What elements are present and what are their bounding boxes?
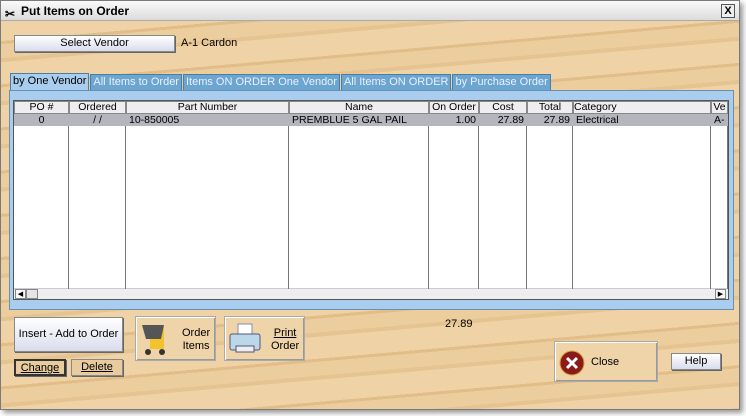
table-cell[interactable]: 1.00 — [429, 114, 479, 126]
delete-button[interactable]: Delete — [71, 359, 123, 376]
order-items-label-1: Order — [182, 327, 211, 339]
column-header[interactable]: Category — [573, 101, 711, 114]
close-button[interactable]: Close — [554, 341, 658, 382]
table-cell[interactable]: 10-850005 — [126, 114, 289, 126]
print-order-label-1: Print — [273, 327, 297, 339]
column-divider — [126, 101, 289, 289]
order-items-button[interactable]: Order Items — [135, 316, 216, 361]
tab-by-one-vendor[interactable]: by One Vendor — [10, 73, 90, 91]
table-cell[interactable]: 27.89 — [527, 114, 573, 126]
column-header[interactable]: On Order — [429, 101, 479, 114]
column-header[interactable]: Total — [527, 101, 573, 114]
table-cell[interactable]: 27.89 — [479, 114, 527, 126]
tab-items-on-order-one-vendor[interactable]: Items ON ORDER One Vendor — [182, 74, 340, 91]
table-cell[interactable]: 0 — [14, 114, 69, 126]
print-order-button[interactable]: Print Order — [224, 316, 305, 361]
tools-icon: ✂ — [5, 7, 16, 21]
table-cell[interactable]: / / — [69, 114, 126, 126]
change-button[interactable]: Change — [14, 359, 66, 376]
column-header[interactable]: Name — [289, 101, 429, 114]
put-items-window: ✂ Put Items on Order X Select Vendor A-1… — [0, 0, 740, 410]
print-order-label-2: Order — [271, 340, 300, 352]
scroll-left-icon[interactable]: ◀ — [15, 289, 26, 299]
title-bar: ✂ Put Items on Order X — [1, 1, 739, 21]
column-divider — [527, 101, 573, 289]
column-header[interactable]: Part Number — [126, 101, 289, 114]
column-divider — [429, 101, 479, 289]
tab-panel: ◀ ▶ PO # Ordered Part Number Name On Order Co… — [9, 90, 734, 310]
insert-add-to-order-button[interactable]: Insert - Add to Order — [14, 317, 123, 352]
help-button[interactable]: Help — [671, 353, 721, 370]
column-divider — [573, 101, 711, 289]
tab-bar: by One Vendor All Items to Order Items O… — [10, 73, 552, 91]
scroll-right-icon[interactable]: ▶ — [715, 289, 726, 299]
horizontal-scrollbar[interactable]: ◀ ▶ — [14, 288, 728, 299]
table-cell[interactable]: Electrical — [573, 114, 711, 126]
close-x-icon — [559, 350, 585, 376]
select-vendor-button[interactable]: Select Vendor — [14, 35, 175, 52]
scroll-thumb[interactable] — [26, 289, 38, 299]
column-divider — [479, 101, 527, 289]
column-divider — [289, 101, 429, 289]
window-title: Put Items on Order — [21, 4, 130, 18]
table-cell[interactable]: PREMBLUE 5 GAL PAIL — [289, 114, 429, 126]
column-divider — [14, 101, 69, 289]
order-items-label-2: Items — [182, 340, 210, 352]
shopping-cart-icon — [142, 325, 165, 355]
column-header[interactable]: PO # — [14, 101, 69, 114]
column-header[interactable]: Ve — [711, 101, 728, 114]
column-header[interactable]: Ordered — [69, 101, 126, 114]
tab-all-items-on-order[interactable]: All Items ON ORDER — [340, 74, 452, 91]
tab-all-items-to-order[interactable]: All Items to Order — [90, 74, 182, 91]
column-header[interactable]: Cost — [479, 101, 527, 114]
close-label: Close — [591, 356, 620, 368]
column-divider — [711, 101, 728, 289]
vendor-name: A-1 Cardon — [181, 37, 238, 49]
total-amount: 27.89 — [445, 318, 473, 330]
tab-by-purchase-order[interactable]: by Purchase Order — [452, 74, 551, 91]
column-divider — [69, 101, 126, 289]
items-grid[interactable]: ◀ ▶ PO # Ordered Part Number Name On Order Co… — [13, 100, 729, 300]
window-close-button[interactable]: X — [721, 4, 735, 18]
table-cell[interactable]: A- — [711, 114, 728, 126]
printer-icon — [229, 323, 261, 353]
